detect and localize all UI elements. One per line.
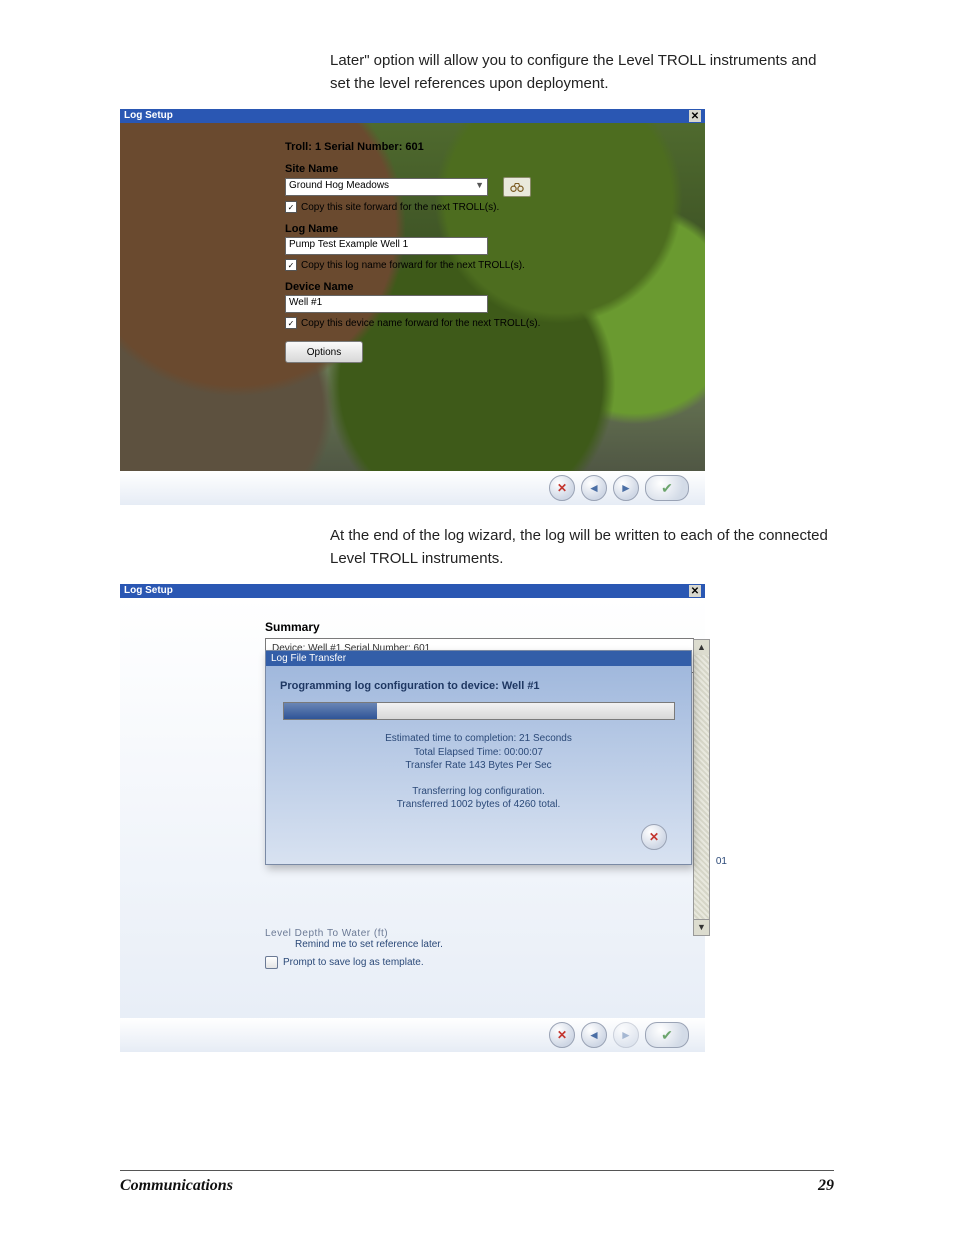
dialog2-body: Summary Device: Well #1 Serial Number: 6… bbox=[120, 598, 705, 1018]
back-icon[interactable]: ◄ bbox=[581, 1022, 607, 1048]
log-setup-dialog-1: Log Setup ✕ Troll: 1 Serial Number: 601 … bbox=[120, 109, 705, 505]
dialog1-title: Log Setup bbox=[124, 110, 173, 122]
transfer-title: Log File Transfer bbox=[266, 651, 691, 666]
progress-bar bbox=[283, 702, 675, 720]
summary-label: Summary bbox=[265, 620, 705, 634]
transfer-cancel-icon[interactable]: ✕ bbox=[641, 824, 667, 850]
checkbox-checked-icon: ✓ bbox=[285, 201, 297, 213]
footer-page-number: 29 bbox=[818, 1177, 834, 1195]
site-name-value: Ground Hog Meadows bbox=[289, 180, 389, 194]
device-name-input[interactable]: Well #1 bbox=[285, 295, 488, 313]
progress-fill bbox=[284, 703, 378, 719]
eta-line: Estimated time to completion: 21 Seconds bbox=[280, 732, 677, 746]
log-name-label: Log Name bbox=[285, 223, 705, 235]
chevron-down-icon[interactable]: ▼ bbox=[475, 180, 484, 194]
under-overlay-block: Level Depth To Water (ft) Remind me to s… bbox=[265, 928, 695, 969]
copy-site-label: Copy this site forward for the next TROL… bbox=[301, 202, 499, 213]
cancel-icon[interactable]: ✕ bbox=[549, 475, 575, 501]
dialog2-title: Log Setup bbox=[124, 585, 173, 597]
truncated-line: Level Depth To Water (ft) bbox=[265, 928, 695, 939]
cancel-icon[interactable]: ✕ bbox=[549, 1022, 575, 1048]
checkbox-checked-icon: ✓ bbox=[285, 259, 297, 271]
next-icon[interactable]: ► bbox=[613, 475, 639, 501]
scroll-up-icon[interactable]: ▲ bbox=[693, 639, 710, 656]
body-paragraph-1: Later" option will allow you to configur… bbox=[120, 50, 834, 95]
scrollbar-track[interactable] bbox=[693, 655, 710, 919]
site-name-dropdown[interactable]: Ground Hog Meadows ▼ bbox=[285, 178, 488, 196]
body-paragraph-2: At the end of the log wizard, the log wi… bbox=[120, 525, 834, 570]
log-name-input[interactable]: Pump Test Example Well 1 bbox=[285, 237, 488, 255]
footer-section-title: Communications bbox=[120, 1177, 233, 1195]
status-line-1: Transferring log configuration. bbox=[280, 785, 677, 799]
troll-header: Troll: 1 Serial Number: 601 bbox=[285, 141, 705, 153]
dialog1-titlebar: Log Setup ✕ bbox=[120, 109, 705, 123]
options-button[interactable]: Options bbox=[285, 341, 363, 363]
status-line-2: Transferred 1002 bytes of 4260 total. bbox=[280, 798, 677, 812]
copy-log-checkbox[interactable]: ✓ Copy this log name forward for the nex… bbox=[285, 259, 705, 271]
site-name-label: Site Name bbox=[285, 163, 705, 175]
checkbox-checked-icon: ✓ bbox=[285, 317, 297, 329]
scroll-down-icon[interactable]: ▼ bbox=[693, 919, 710, 936]
rate-line: Transfer Rate 143 Bytes Per Sec bbox=[280, 759, 677, 773]
dialog1-body: Troll: 1 Serial Number: 601 Site Name Gr… bbox=[120, 123, 705, 471]
dialog2-footer: ✕ ◄ ► ✔ bbox=[120, 1018, 705, 1052]
transfer-heading: Programming log configuration to device:… bbox=[280, 680, 677, 692]
elapsed-line: Total Elapsed Time: 00:00:07 bbox=[280, 746, 677, 760]
log-file-transfer-dialog: Log File Transfer Programming log config… bbox=[265, 650, 692, 865]
copy-device-checkbox[interactable]: ✓ Copy this device name forward for the … bbox=[285, 317, 705, 329]
log-setup-dialog-2: Log Setup ✕ Summary Device: Well #1 Seri… bbox=[120, 584, 705, 1052]
copy-device-label: Copy this device name forward for the ne… bbox=[301, 318, 540, 329]
copy-log-label: Copy this log name forward for the next … bbox=[301, 260, 525, 271]
dialog1-footer: ✕ ◄ ► ✔ bbox=[120, 471, 705, 505]
close-icon[interactable]: ✕ bbox=[689, 585, 701, 597]
copy-site-checkbox[interactable]: ✓ Copy this site forward for the next TR… bbox=[285, 201, 705, 213]
dialog2-titlebar: Log Setup ✕ bbox=[120, 584, 705, 598]
next-icon-disabled: ► bbox=[613, 1022, 639, 1048]
binoculars-icon[interactable] bbox=[503, 177, 531, 197]
side-label-01: 01 bbox=[716, 856, 727, 867]
remind-line: Remind me to set reference later. bbox=[265, 939, 695, 950]
finish-icon[interactable]: ✔ bbox=[645, 475, 689, 501]
back-icon[interactable]: ◄ bbox=[581, 475, 607, 501]
page-footer: Communications 29 bbox=[120, 1170, 834, 1195]
checkbox-icon bbox=[265, 956, 278, 969]
device-name-label: Device Name bbox=[285, 281, 705, 293]
close-icon[interactable]: ✕ bbox=[689, 110, 701, 122]
prompt-save-checkbox[interactable]: Prompt to save log as template. bbox=[265, 956, 695, 969]
prompt-save-label: Prompt to save log as template. bbox=[283, 957, 424, 968]
finish-icon[interactable]: ✔ bbox=[645, 1022, 689, 1048]
